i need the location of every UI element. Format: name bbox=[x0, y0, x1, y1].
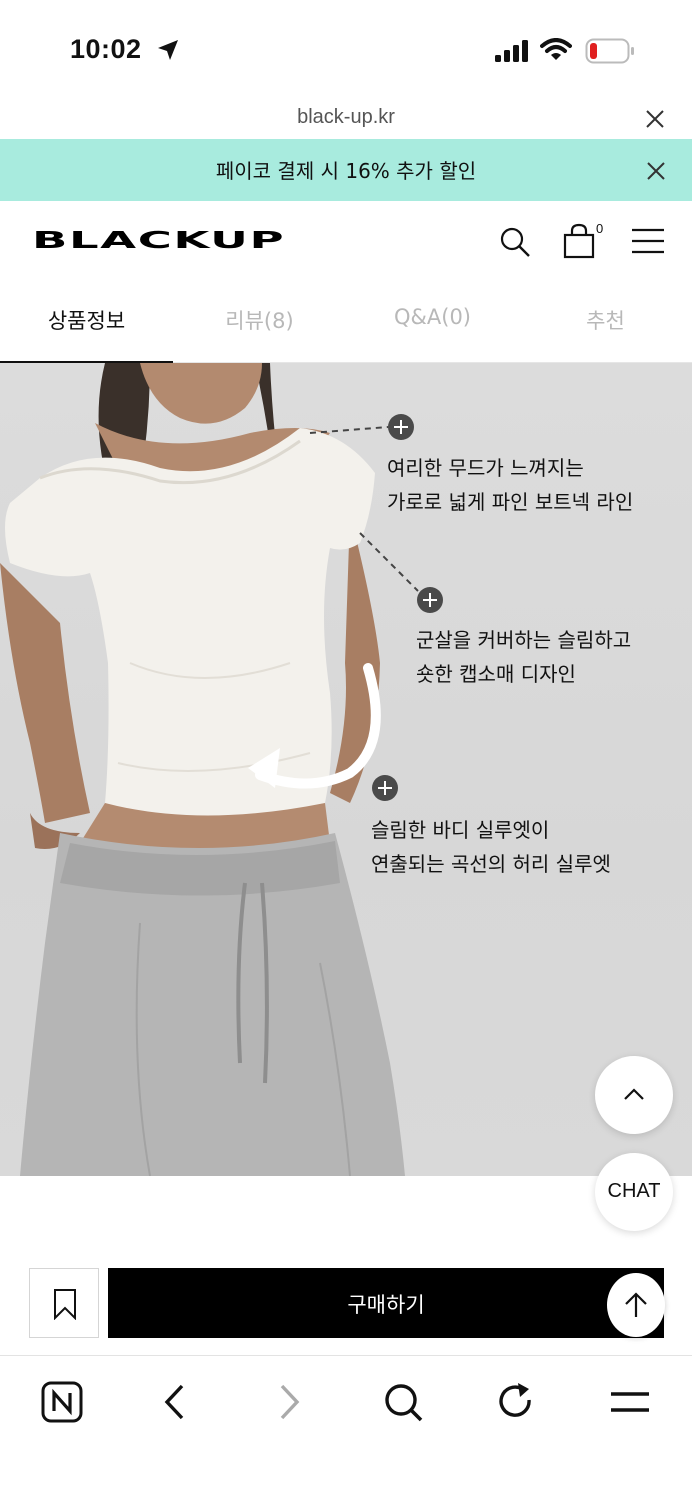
close-icon[interactable] bbox=[644, 108, 666, 130]
naver-n-icon[interactable] bbox=[40, 1380, 84, 1424]
signal-icon bbox=[495, 40, 528, 62]
promo-text: 페이코 결제 시 16% 추가 할인 bbox=[215, 159, 477, 183]
scroll-to-top-button[interactable] bbox=[607, 1273, 665, 1337]
scroll-up-button[interactable] bbox=[595, 1056, 673, 1134]
cart-count-badge: 0 bbox=[596, 221, 604, 236]
tab-qna[interactable]: Q&A(0) bbox=[346, 281, 519, 363]
tab-product-info[interactable]: 상품정보 bbox=[0, 281, 173, 364]
callout-line: 가로로 넓게 파인 보트넥 라인 bbox=[387, 490, 634, 514]
plus-marker-icon[interactable] bbox=[388, 414, 414, 440]
location-arrow-icon bbox=[158, 40, 178, 60]
search-icon[interactable] bbox=[381, 1380, 425, 1424]
status-time: 10:02 bbox=[70, 34, 142, 64]
wishlist-button[interactable] bbox=[29, 1268, 99, 1338]
menu-icon[interactable] bbox=[608, 1380, 652, 1424]
plus-marker-icon[interactable] bbox=[417, 587, 443, 613]
refresh-icon[interactable] bbox=[494, 1380, 538, 1424]
product-detail-image: 여리한 무드가 느껴지는 가로로 넓게 파인 보트넥 라인 군살을 커버하는 슬… bbox=[0, 363, 692, 1176]
product-tabs: 상품정보 리뷰(8) Q&A(0) 추천 bbox=[0, 281, 692, 364]
site-header: BLACKUP 0 bbox=[0, 201, 692, 281]
browser-toolbar bbox=[0, 1355, 692, 1500]
arrow-up-icon bbox=[625, 1292, 647, 1317]
buy-button[interactable]: 구매하기 bbox=[108, 1268, 664, 1338]
wifi-icon bbox=[540, 38, 572, 60]
url-bar[interactable]: black-up.kr bbox=[0, 100, 692, 138]
plus-marker-icon[interactable] bbox=[372, 775, 398, 801]
bookmark-icon bbox=[54, 1289, 76, 1320]
callout-line: 연출되는 곡선의 허리 실루엣 bbox=[371, 852, 611, 876]
chat-button[interactable]: CHAT bbox=[595, 1153, 673, 1231]
cart-icon[interactable] bbox=[563, 223, 595, 259]
close-icon[interactable] bbox=[645, 160, 667, 182]
forward-icon[interactable] bbox=[267, 1380, 311, 1424]
back-icon[interactable] bbox=[153, 1380, 197, 1424]
site-logo[interactable]: BLACKUP bbox=[32, 227, 285, 254]
tab-recommend[interactable]: 추천 bbox=[519, 281, 692, 363]
callout-line: 숏한 캡소매 디자인 bbox=[416, 662, 576, 686]
callout-line: 군살을 커버하는 슬림하고 bbox=[416, 628, 632, 652]
callout-line: 슬림한 바디 실루엣이 bbox=[371, 818, 550, 842]
callout-neckline: 여리한 무드가 느껴지는 가로로 넓게 파인 보트넥 라인 bbox=[387, 451, 633, 519]
status-bar: 10:02 bbox=[0, 0, 692, 100]
chevron-up-icon bbox=[624, 1088, 644, 1100]
battery-icon bbox=[585, 38, 634, 64]
url-text[interactable]: black-up.kr bbox=[0, 106, 692, 129]
callout-line: 여리한 무드가 느껴지는 bbox=[387, 456, 584, 480]
tab-reviews[interactable]: 리뷰(8) bbox=[173, 281, 346, 363]
callout-waist: 슬림한 바디 실루엣이 연출되는 곡선의 허리 실루엣 bbox=[371, 813, 611, 881]
search-icon[interactable] bbox=[499, 226, 531, 258]
callout-sleeve: 군살을 커버하는 슬림하고 숏한 캡소매 디자인 bbox=[416, 623, 631, 691]
promo-banner[interactable]: 페이코 결제 시 16% 추가 할인 bbox=[0, 139, 692, 201]
menu-icon[interactable] bbox=[632, 228, 664, 254]
